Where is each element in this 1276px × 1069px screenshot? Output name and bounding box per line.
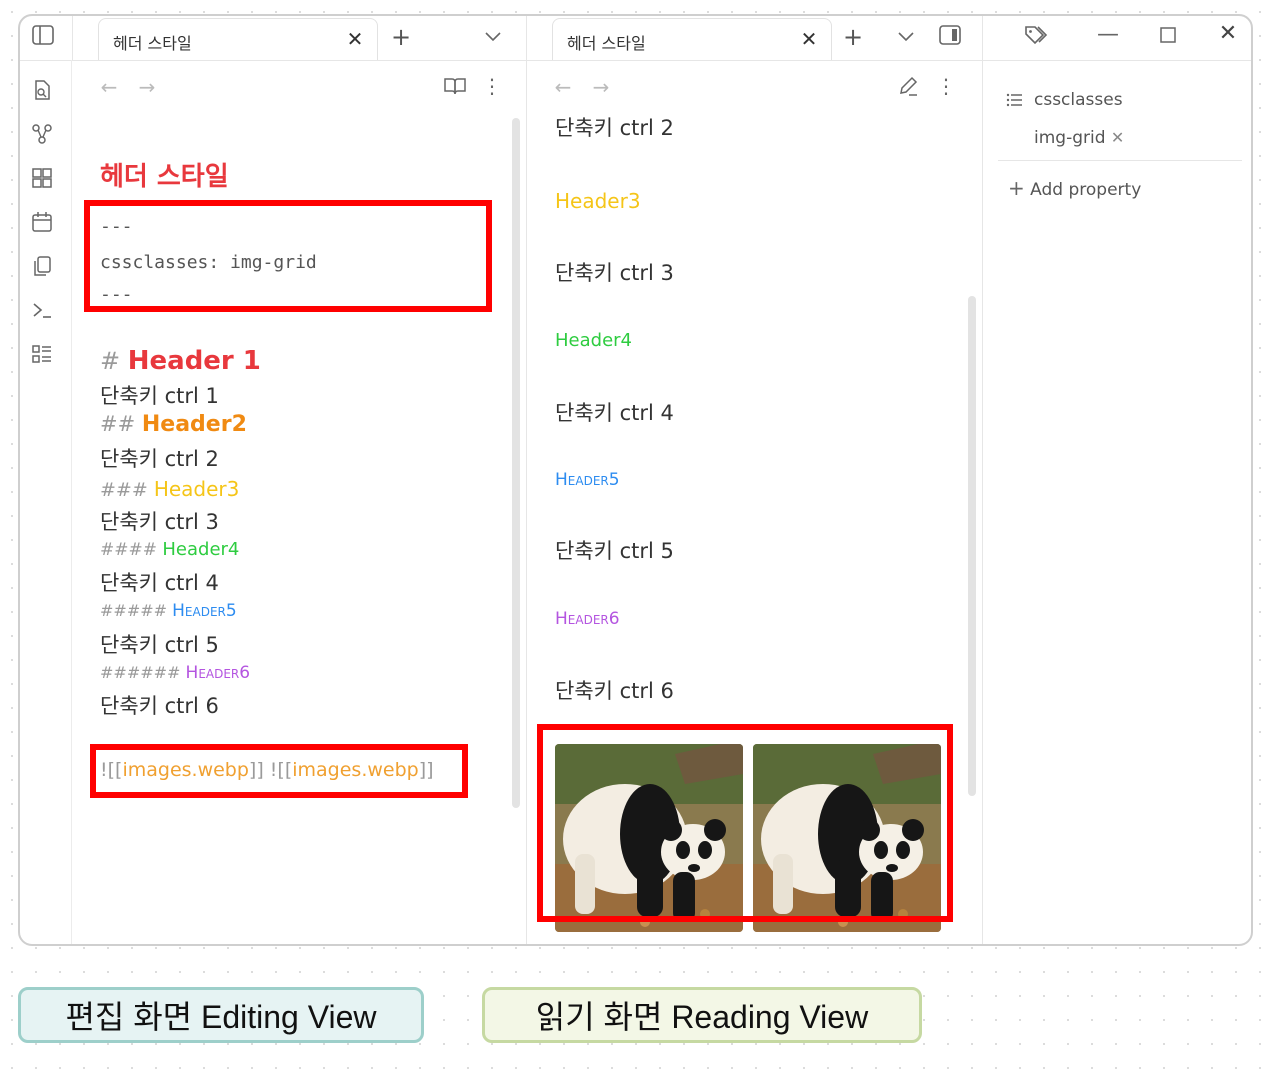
property-value-pill[interactable]: img-grid ✕ [1034,128,1124,148]
heading-marker: ###### [100,663,186,682]
graph-view-icon[interactable] [30,122,54,146]
tab-right-note[interactable]: 헤더 스타일 ✕ [552,18,832,60]
heading-2-line[interactable]: ## Header2 [100,412,247,437]
frontmatter-highlight-box [84,200,492,312]
heading-5-text: Header5 [172,601,237,621]
property-name[interactable]: cssclasses [1034,90,1123,110]
heading-4-text: Header4 [555,330,632,351]
back-arrow-icon[interactable]: ← [98,76,120,98]
tab-title: 헤더 스타일 [113,34,192,53]
shortcut-line-6[interactable]: 단축키 ctrl 6 [100,690,219,720]
heading-3-text: Header3 [555,189,641,213]
shortcut-line-6: 단축키 ctrl 6 [555,679,674,703]
heading-marker: #### [100,540,163,560]
shortcut-line-5[interactable]: 단축키 ctrl 5 [100,629,219,659]
heading-3-line[interactable]: ### Header3 [100,477,239,501]
tags-icon[interactable] [1022,22,1050,48]
app-window: 헤더 스타일 ✕ + 헤더 스타일 ✕ + — ✕ ← → ⋮ 헤더 스타일 -… [18,14,1253,946]
maximize-icon[interactable] [1157,24,1179,46]
chevron-down-icon[interactable] [895,26,917,48]
shortcut-line-2[interactable]: 단축키 ctrl 2 [100,443,219,473]
heading-4-line[interactable]: #### Header4 [100,539,239,560]
heading-1-line[interactable]: # Header 1 [100,346,261,376]
close-tab-icon[interactable]: ✕ [345,29,365,49]
heading-marker: # [100,347,128,375]
quick-switcher-icon[interactable] [30,78,54,102]
shortcut-line-3[interactable]: 단축키 ctrl 3 [100,506,219,536]
tab-title: 헤더 스타일 [567,34,646,53]
heading-2-text: Header2 [141,412,247,437]
shortcut-line-4[interactable]: 단축키 ctrl 4 [100,567,219,597]
tab-left-note[interactable]: 헤더 스타일 ✕ [98,18,378,60]
image-grid-highlight-box [537,724,953,922]
outline-list-icon[interactable] [30,342,54,366]
shortcut-line-4: 단축키 ctrl 4 [555,401,674,425]
reading-view-book-icon[interactable] [442,74,468,98]
shortcut-line-1[interactable]: 단축키 ctrl 1 [100,380,219,410]
edit-pencil-icon[interactable] [896,74,920,98]
more-options-icon[interactable]: ⋮ [936,74,956,98]
more-options-icon[interactable]: ⋮ [482,74,502,98]
close-tab-icon[interactable]: ✕ [799,29,819,49]
heading-6-line[interactable]: ###### Header6 [100,663,250,683]
heading-6-text: Header6 [185,663,251,683]
reading-view-caption-text: 읽기 화면 Reading View [535,999,869,1035]
toggle-right-sidebar-icon[interactable] [937,22,963,48]
list-icon [1004,90,1024,110]
calendar-icon[interactable] [30,210,54,234]
copy-icon[interactable] [30,254,54,278]
new-tab-icon[interactable]: + [388,24,414,50]
property-value: img-grid [1034,128,1106,148]
heading-3-text: Header3 [153,477,240,501]
editing-view-caption: 편집 화면 Editing View [18,987,424,1043]
forward-arrow-icon[interactable]: → [590,76,612,98]
heading-6-text: Header6 [555,609,620,629]
minimize-icon[interactable]: — [1096,24,1120,46]
note-title: 헤더 스타일 [100,162,229,192]
back-arrow-icon[interactable]: ← [552,76,574,98]
right-pane-scrollbar[interactable] [968,296,976,796]
canvas-icon[interactable] [30,166,54,190]
editing-view-caption-text: 편집 화면 Editing View [65,999,377,1035]
heading-1-text: Header 1 [127,346,261,376]
shortcut-line-5: 단축키 ctrl 5 [555,539,674,563]
shortcut-line-3: 단축키 ctrl 3 [555,261,674,285]
heading-marker: ## [100,412,142,436]
heading-marker: ### [100,479,154,501]
heading-4-text: Header4 [162,539,240,560]
new-tab-icon[interactable]: + [840,24,866,50]
add-property-button[interactable]: + Add property [1008,176,1141,200]
shortcut-line-2: 단축키 ctrl 2 [555,116,674,140]
add-property-label: Add property [1030,180,1142,200]
forward-arrow-icon[interactable]: → [136,76,158,98]
embed-highlight-box [90,744,468,798]
terminal-icon[interactable] [30,298,54,322]
toggle-sidebar-icon[interactable] [30,22,56,48]
left-ribbon [20,60,72,944]
plus-icon: + [1008,176,1025,200]
remove-value-icon[interactable]: ✕ [1111,128,1124,147]
close-window-icon[interactable]: ✕ [1216,22,1240,46]
reading-view-caption: 읽기 화면 Reading View [482,987,922,1043]
left-pane-scrollbar[interactable] [512,118,520,808]
heading-5-text: Header5 [555,470,620,490]
heading-5-line[interactable]: ##### Header5 [100,601,237,621]
heading-marker: ##### [100,601,173,620]
chevron-down-icon[interactable] [482,26,504,48]
